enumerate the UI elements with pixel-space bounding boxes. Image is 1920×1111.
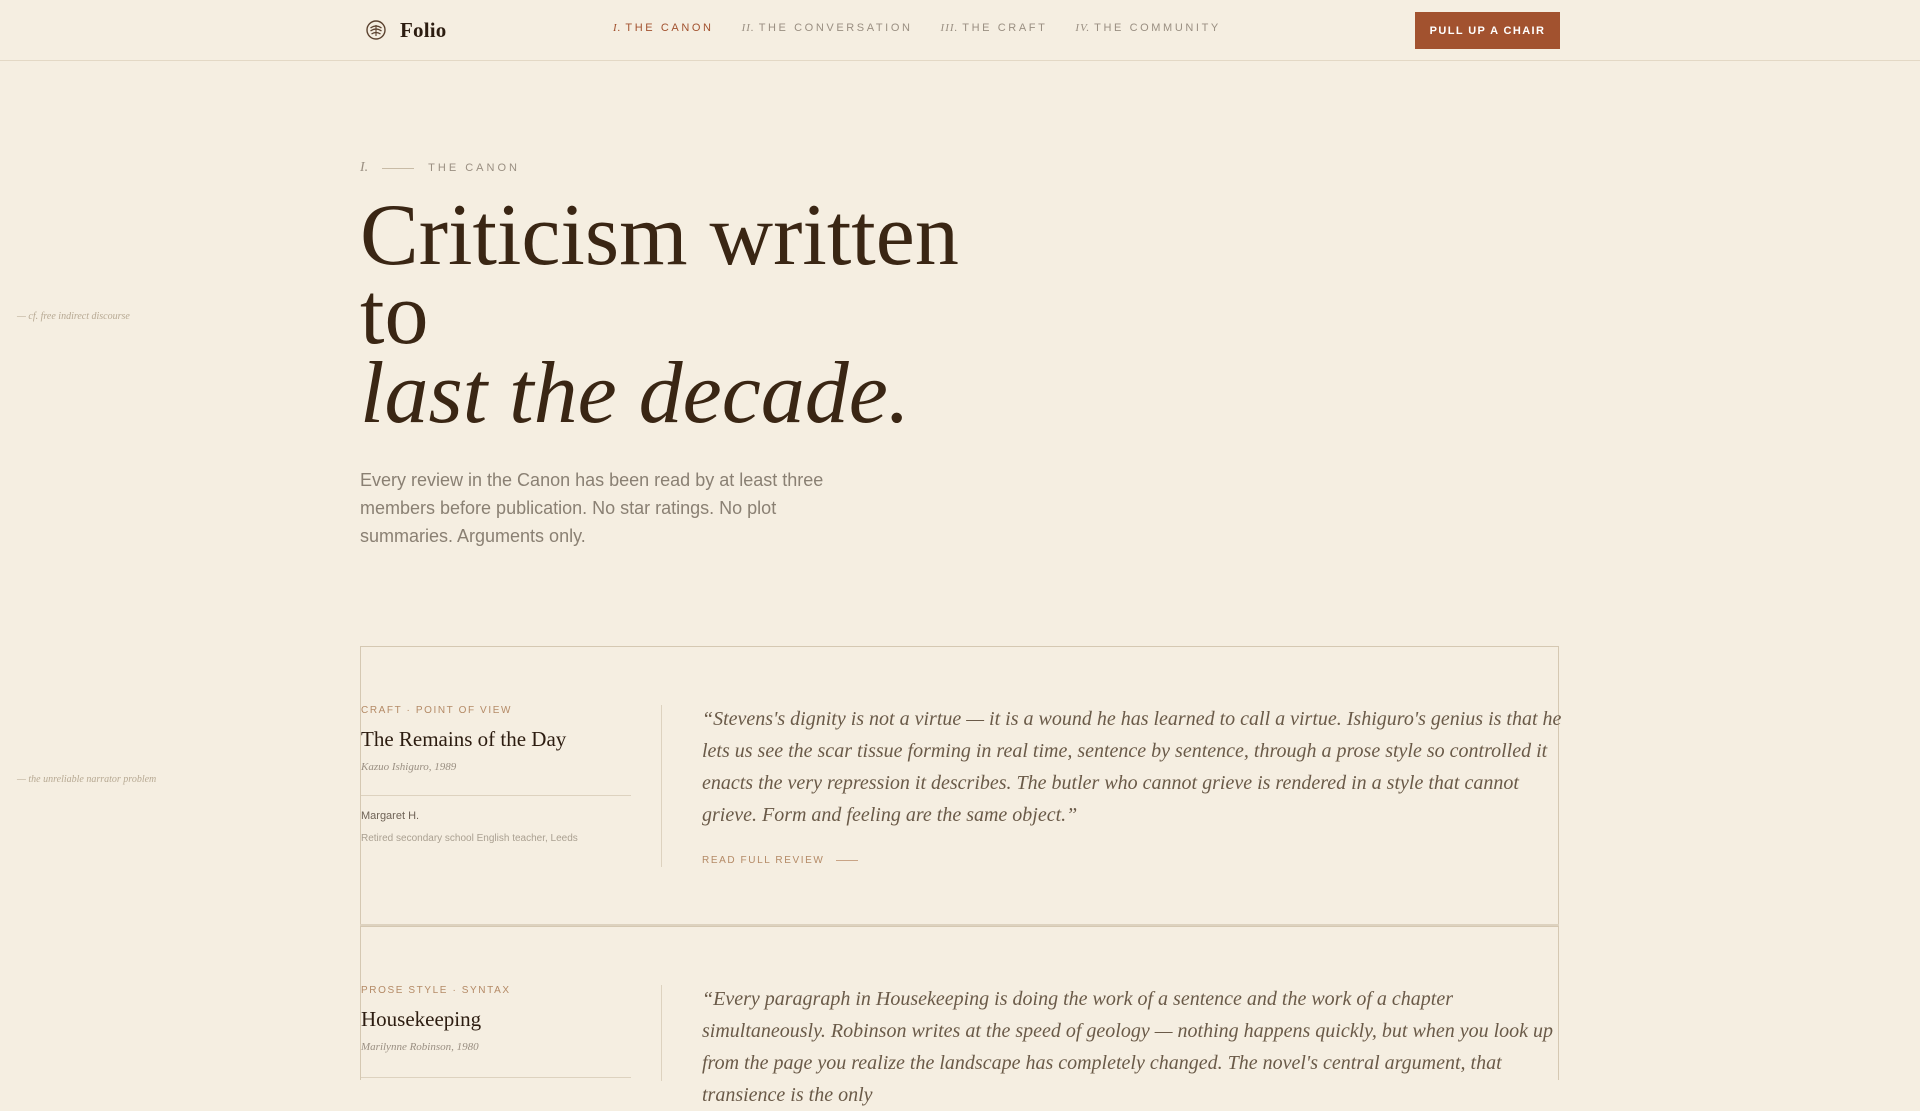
top-navigation-bar: Folio I. THE CANON II. THE CONVERSATION II… <box>0 0 1920 61</box>
folio-emblem-icon <box>366 20 386 40</box>
nav-item-the-craft[interactable]: III. THE CRAFT <box>941 22 1048 34</box>
nav-item-label: THE CONVERSATION <box>758 22 913 34</box>
margin-note: — cf. free indirect discourse <box>17 311 130 322</box>
nav-item-number: IV. <box>1075 22 1091 34</box>
title-line: to <box>360 266 429 363</box>
brand-logo-link[interactable]: Folio <box>364 16 447 44</box>
nav-item-number: III. <box>940 22 959 34</box>
reviewer-bio: Retired secondary school English teacher… <box>361 833 578 844</box>
pull-up-a-chair-button[interactable]: PULL UP A CHAIR <box>1415 12 1560 49</box>
nav-item-the-conversation[interactable]: II. THE CONVERSATION <box>742 22 913 34</box>
section-number: I. <box>360 160 369 175</box>
vertical-divider <box>661 705 662 867</box>
title-line-italic: last the decade. <box>360 345 910 442</box>
review-book-title[interactable]: The Remains of the Day <box>361 727 566 752</box>
reviewer-name: Margaret H. <box>361 810 420 822</box>
review-tag: PROSE STYLE · SYNTAX <box>361 985 511 996</box>
review-card: CRAFT · POINT OF VIEW The Remains of the… <box>360 646 1562 926</box>
kicker-rule <box>382 167 415 169</box>
review-book-author: Marilynne Robinson, 1980 <box>361 1041 479 1053</box>
review-tag: CRAFT · POINT OF VIEW <box>361 705 513 716</box>
section-label: THE CANON <box>428 162 520 174</box>
title-line: Criticism written <box>360 187 959 284</box>
read-full-review-label: READ FULL REVIEW <box>702 855 825 866</box>
vertical-divider <box>661 985 662 1081</box>
review-quote: “Every paragraph in Housekeeping is doin… <box>702 988 1554 1106</box>
nav-item-label: THE CRAFT <box>962 22 1048 34</box>
brand-name: Folio <box>400 17 447 42</box>
review-book-title[interactable]: Housekeeping <box>361 1007 481 1032</box>
arrow-dash-icon <box>836 860 859 861</box>
nav-item-number: II. <box>741 22 755 34</box>
review-card: PROSE STYLE · SYNTAX Housekeeping Marily… <box>360 926 1559 1106</box>
divider <box>361 1077 631 1078</box>
review-book-author: Kazuo Ishiguro, 1989 <box>361 761 457 773</box>
review-quote: “Stevens's dignity is not a virtue — it … <box>702 708 1562 826</box>
page-subtitle: Every review in the Canon has been read … <box>360 470 824 546</box>
nav-item-label: THE CANON <box>625 22 714 34</box>
nav-item-number: I. <box>613 22 622 34</box>
section-kicker: I. THE CANON <box>360 160 520 176</box>
nav-item-label: THE COMMUNITY <box>1094 22 1221 34</box>
divider <box>361 795 631 796</box>
page-title: Criticism written to last the decade. <box>360 187 1040 442</box>
margin-note: — the unreliable narrator problem <box>17 774 157 785</box>
nav-item-the-canon[interactable]: I. THE CANON <box>613 22 714 34</box>
main-nav: I. THE CANON II. THE CONVERSATION III. THE … <box>613 22 1221 34</box>
read-full-review-link[interactable]: READ FULL REVIEW <box>702 855 859 866</box>
nav-item-the-community[interactable]: IV. THE COMMUNITY <box>1075 22 1220 34</box>
